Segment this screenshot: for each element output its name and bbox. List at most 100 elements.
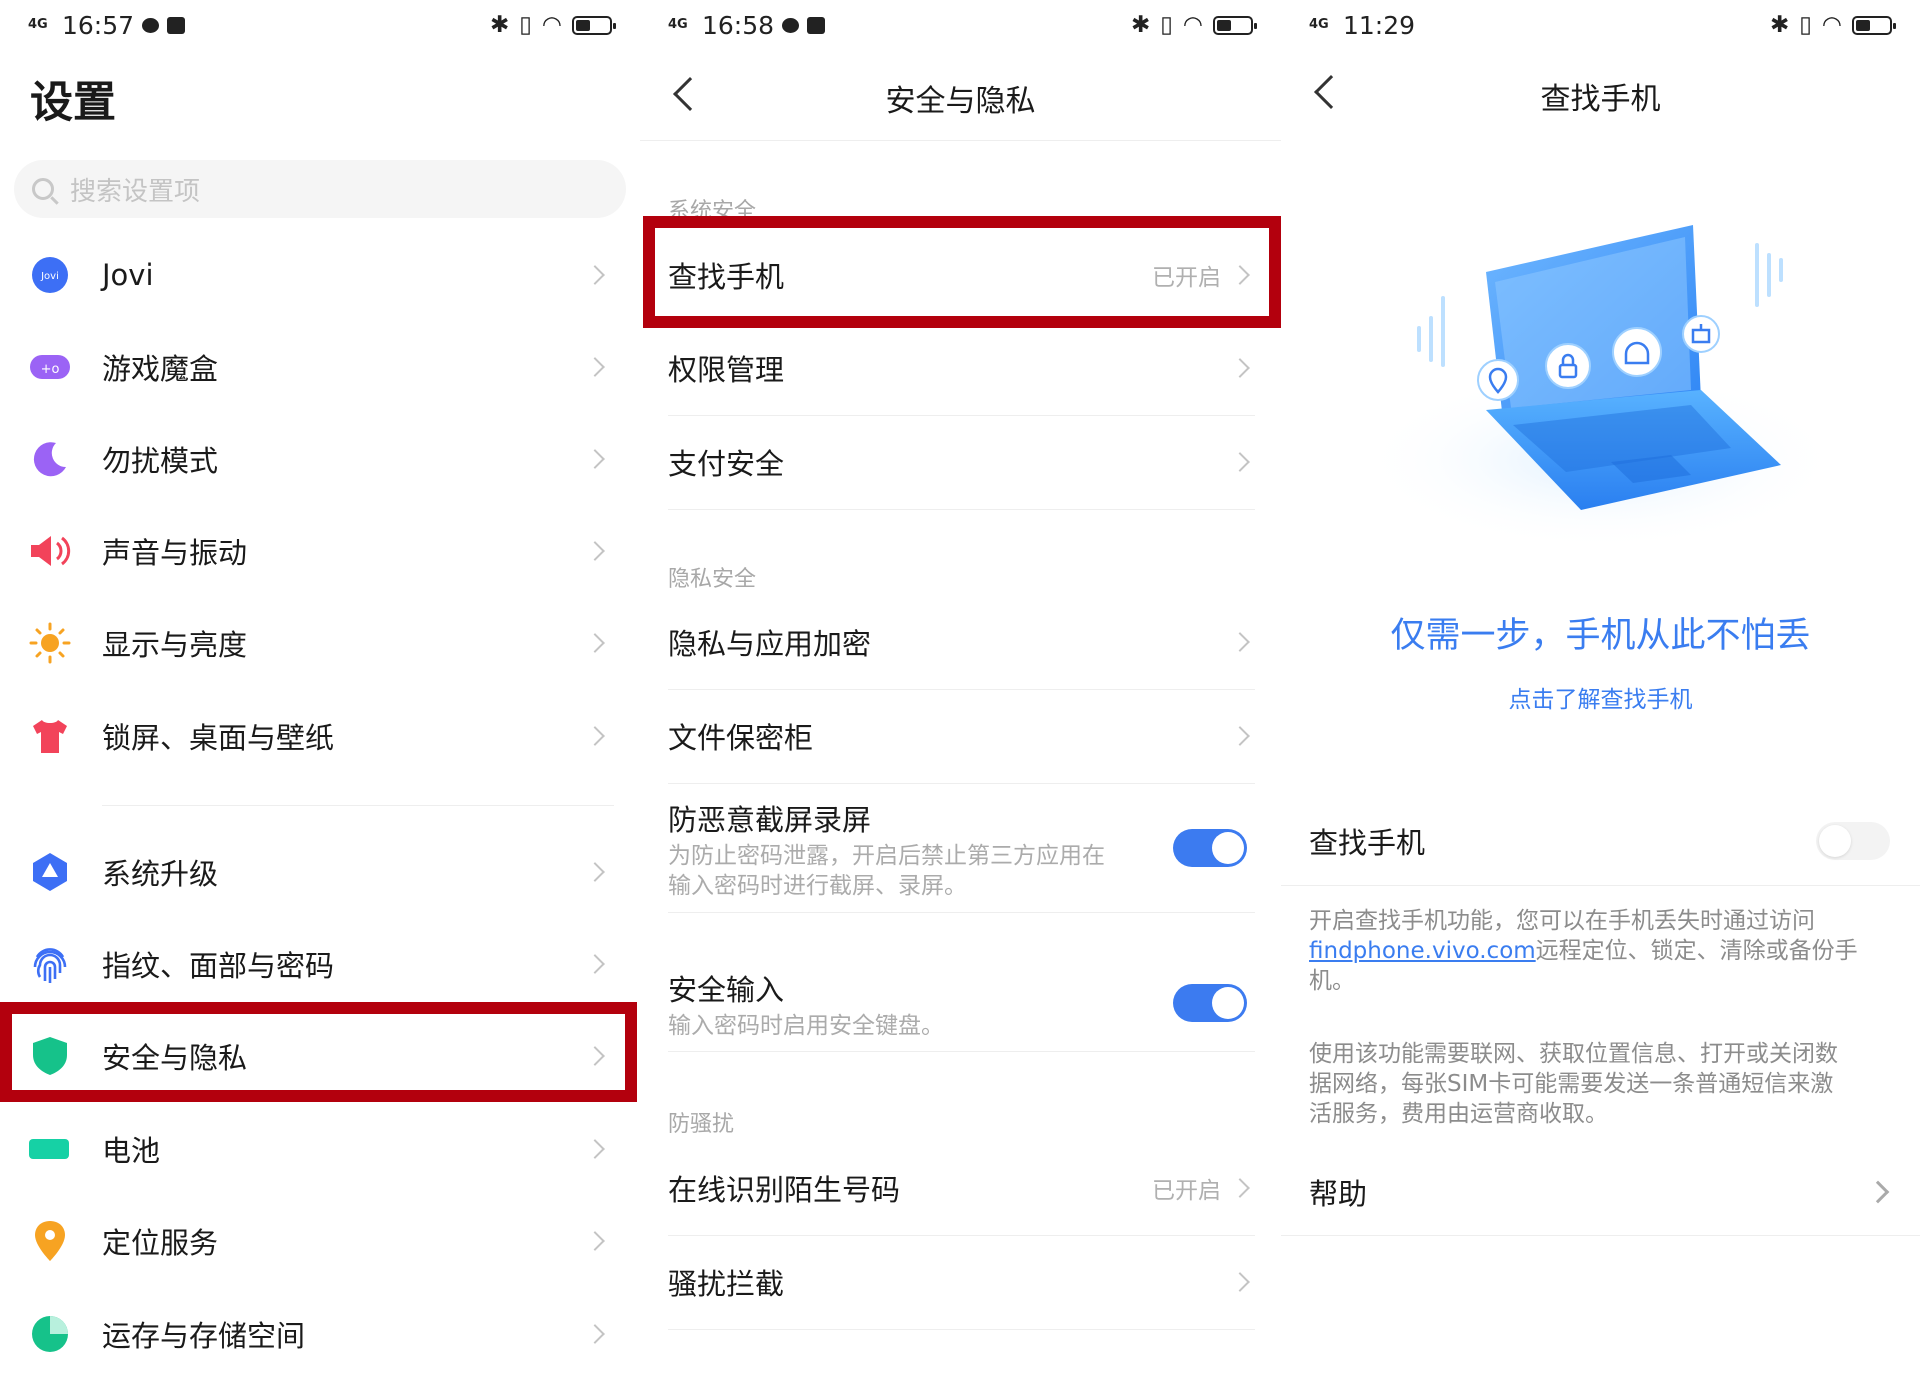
vibrate-icon: ▯ (1799, 12, 1812, 38)
settings-item-wallpaper[interactable]: 锁屏、桌面与壁纸 (0, 690, 640, 782)
status-bar: 4G 16:58 ✱ ▯ ◠ (668, 6, 1257, 44)
harassment-block-item[interactable]: 骚扰拦截 (640, 1236, 1281, 1328)
network-usage-notice: 使用该功能需要联网、获取位置信息、打开或关闭数 据网络，每张SIM卡可能需要发送… (1309, 1039, 1890, 1129)
battery-status-icon (1852, 15, 1896, 35)
desc-text: 使用该功能需要联网、获取位置信息、打开或关闭数 (1309, 1041, 1838, 1067)
divider (1281, 1235, 1920, 1236)
section-title-privacy: 隐私安全 (668, 567, 757, 592)
item-label: 帮助 (1309, 1177, 1368, 1211)
anti-screenshot-desc-line1: 为防止密码泄露，开启后禁止第三方应用在 (668, 843, 1105, 869)
settings-item-label: 锁屏、桌面与壁纸 (102, 721, 335, 755)
upgrade-icon (28, 850, 72, 894)
divider (102, 805, 614, 806)
find-phone-toggle-row[interactable]: 查找手机 (1281, 795, 1920, 887)
page-title: 安全与隐私 (885, 84, 1036, 119)
moon-icon (28, 437, 72, 481)
tshirt-icon (28, 714, 72, 758)
settings-item-jovi[interactable]: Jovi Jovi (0, 229, 640, 321)
status-time: 11:29 (1343, 10, 1416, 40)
vibrate-icon: ▯ (1160, 12, 1173, 38)
item-label: 文件保密柜 (668, 721, 814, 755)
chevron-right-icon (585, 265, 605, 285)
chevron-right-icon (585, 449, 605, 469)
divider (668, 912, 1255, 913)
jovi-icon: Jovi (28, 253, 72, 297)
find-phone-toggle[interactable] (1816, 822, 1890, 860)
search-icon (32, 178, 54, 200)
app-encryption-item[interactable]: 隐私与应用加密 (640, 596, 1281, 688)
message-icon (782, 17, 800, 33)
divider (668, 1329, 1255, 1330)
divider (1281, 885, 1920, 886)
anti-screenshot-desc-line2: 输入密码时进行截屏、录屏。 (668, 873, 967, 899)
status-time: 16:57 (62, 10, 135, 40)
page-title: 设置 (30, 78, 116, 128)
nav-bar: 安全与隐私 (640, 68, 1281, 128)
security-privacy-screen: 4G 16:58 ✱ ▯ ◠ 安全与隐私 系统安全 查找手机 已开启 权限管理 … (640, 0, 1281, 1387)
secure-input-label: 安全输入 (668, 973, 785, 1007)
svg-text:Jovi: Jovi (40, 271, 59, 282)
anti-screenshot-toggle[interactable] (1173, 829, 1247, 867)
secure-input-toggle[interactable] (1173, 984, 1247, 1022)
chevron-right-icon (585, 541, 605, 561)
nav-bar: 查找手机 (1281, 66, 1920, 126)
online-caller-id-item[interactable]: 在线识别陌生号码 已开启 (640, 1142, 1281, 1234)
item-label: 骚扰拦截 (668, 1267, 785, 1301)
chevron-right-icon (585, 1139, 605, 1159)
item-label: 权限管理 (668, 353, 785, 387)
settings-item-label: 游戏魔盒 (102, 352, 219, 386)
laptop-illustration (1361, 225, 1841, 550)
game-box-icon: +o (28, 345, 72, 389)
settings-item-dnd[interactable]: 勿扰模式 (0, 413, 640, 505)
chevron-right-icon (1230, 1178, 1250, 1198)
chevron-right-icon (585, 954, 605, 974)
item-label: 隐私与应用加密 (668, 627, 872, 661)
signal-icon: 4G (28, 17, 48, 32)
payment-security-item[interactable]: 支付安全 (640, 416, 1281, 508)
chevron-right-icon (1230, 1272, 1250, 1292)
highlight-box (643, 216, 1281, 328)
file-safe-item[interactable]: 文件保密柜 (640, 690, 1281, 782)
svg-text:+o: +o (41, 362, 60, 377)
help-item[interactable]: 帮助 (1281, 1146, 1920, 1238)
item-label: 查找手机 (1309, 826, 1426, 860)
settings-item-battery[interactable]: 电池 (0, 1103, 640, 1195)
divider (640, 140, 1281, 141)
permission-management-item[interactable]: 权限管理 (640, 322, 1281, 414)
vibrate-icon: ▯ (519, 12, 532, 38)
desc-text: 据网络，每张SIM卡可能需要发送一条普通短信来激 (1309, 1071, 1834, 1097)
speaker-icon (28, 529, 72, 573)
settings-screen: 4G 16:57 ✱ ▯ ◠ 设置 搜索设置项 Jovi Jovi +o 游戏魔… (0, 0, 640, 1387)
settings-item-game-box[interactable]: +o 游戏魔盒 (0, 321, 640, 413)
settings-item-upgrade[interactable]: 系统升级 (0, 826, 640, 918)
wifi-icon: ◠ (1821, 12, 1842, 38)
battery-status-icon (572, 15, 616, 35)
search-input[interactable]: 搜索设置项 (14, 160, 626, 218)
chevron-right-icon (585, 726, 605, 746)
settings-item-storage[interactable]: 运存与存储空间 (0, 1288, 640, 1380)
notification-icon (167, 16, 186, 34)
slogan-text: 仅需一步，手机从此不怕丢 (1390, 616, 1811, 656)
anti-screenshot-label: 防恶意截屏录屏 (668, 803, 872, 837)
settings-item-fingerprint[interactable]: 指纹、面部与密码 (0, 918, 640, 1010)
bluetooth-icon: ✱ (489, 12, 510, 38)
learn-more-link[interactable]: 点击了解查找手机 (1281, 680, 1920, 714)
settings-item-display[interactable]: 显示与亮度 (0, 597, 640, 689)
chevron-right-icon (585, 633, 605, 653)
battery-icon (28, 1127, 72, 1171)
bluetooth-icon: ✱ (1130, 12, 1151, 38)
chevron-right-icon (1866, 1180, 1890, 1204)
chevron-right-icon (585, 357, 605, 377)
settings-item-sound[interactable]: 声音与振动 (0, 505, 640, 597)
findphone-link[interactable]: findphone.vivo.com (1309, 938, 1536, 964)
find-phone-screen: 4G 11:29 ✱ ▯ ◠ 查找手机 仅需一步，手机从此不怕丢 点击了解查找手… (1281, 0, 1920, 1387)
section-title-harassment: 防骚扰 (668, 1112, 735, 1137)
wifi-icon: ◠ (541, 12, 562, 38)
divider (668, 1051, 1255, 1052)
sun-icon (28, 621, 72, 665)
divider (668, 509, 1255, 510)
settings-item-label: Jovi (102, 258, 154, 292)
settings-item-location[interactable]: 定位服务 (0, 1195, 640, 1287)
desc-text: 活服务，费用由运营商收取。 (1309, 1101, 1608, 1127)
fingerprint-icon (28, 942, 72, 986)
